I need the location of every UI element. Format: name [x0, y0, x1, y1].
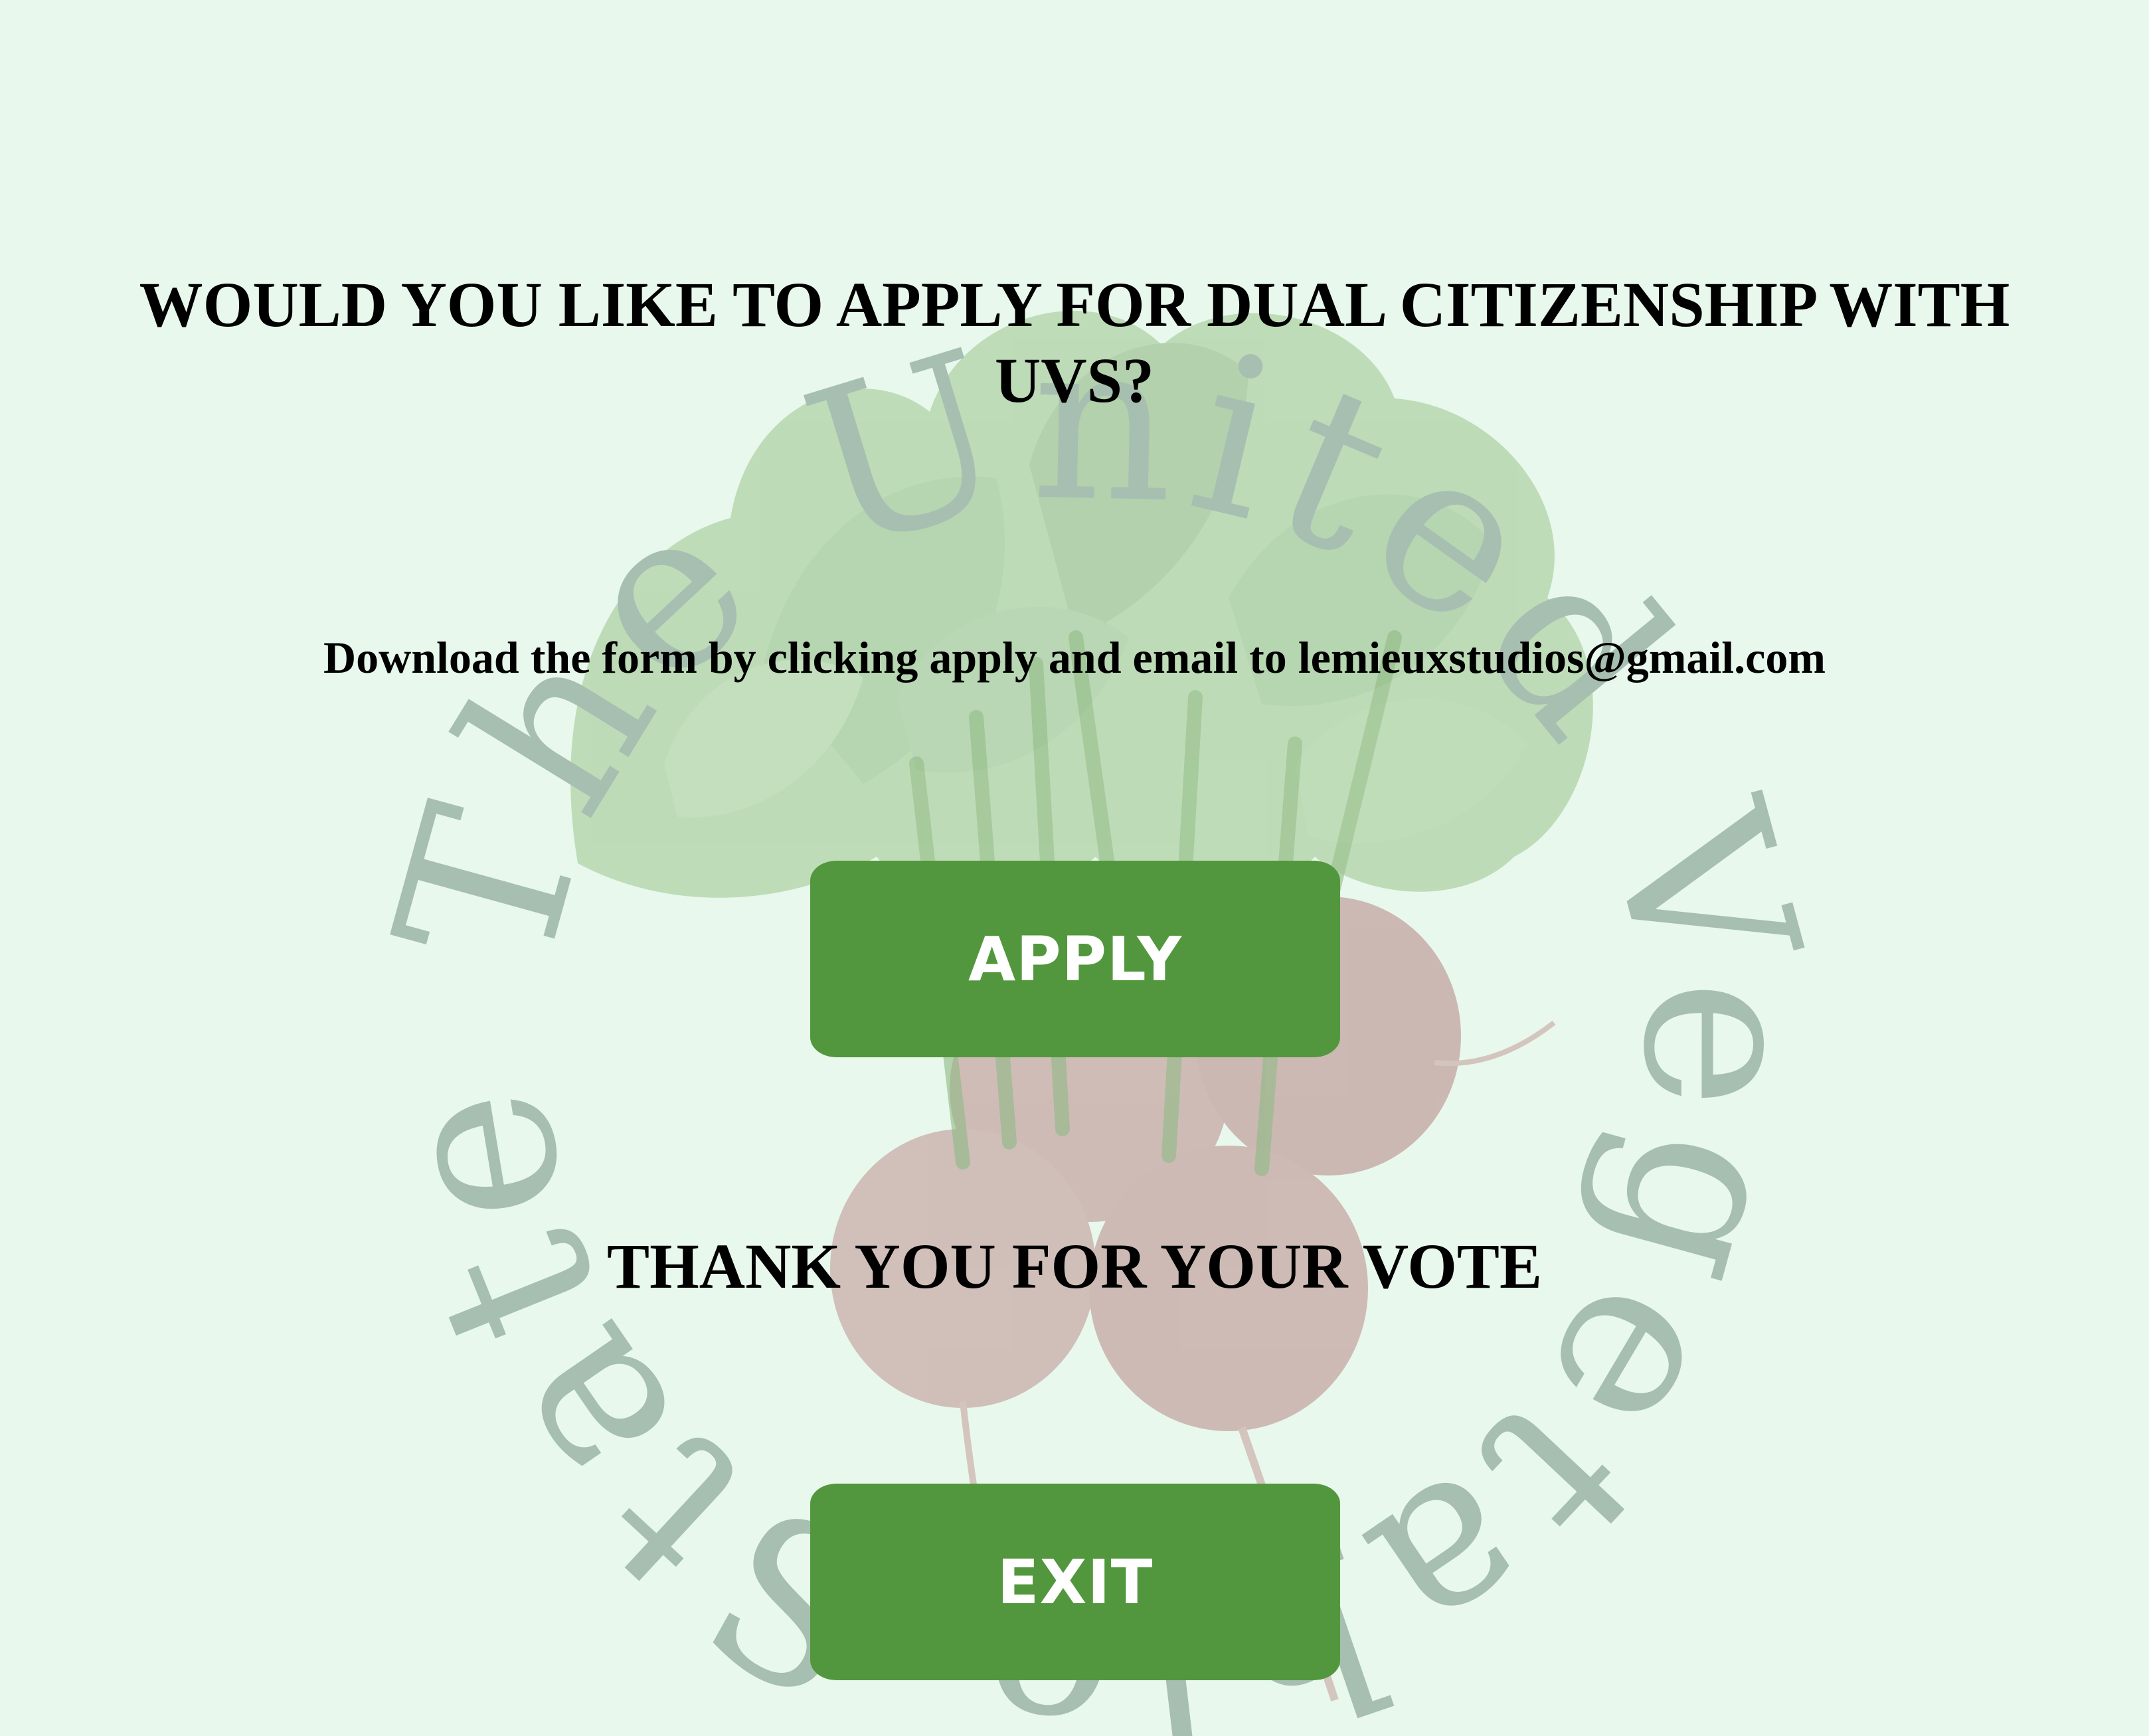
thank-you-message: THANK YOU FOR YOUR VOTE	[607, 1231, 1542, 1302]
instructions-text: Download the form by clicking apply and …	[323, 632, 1826, 683]
apply-button[interactable]: APPLY	[810, 861, 1340, 1057]
page-title: WOULD YOU LIKE TO APPLY FOR DUAL CITIZEN…	[139, 269, 2010, 416]
page-container: The United Vegetable States WOULD YOU LI…	[0, 0, 2149, 1736]
exit-button[interactable]: EXIT	[810, 1484, 1340, 1680]
